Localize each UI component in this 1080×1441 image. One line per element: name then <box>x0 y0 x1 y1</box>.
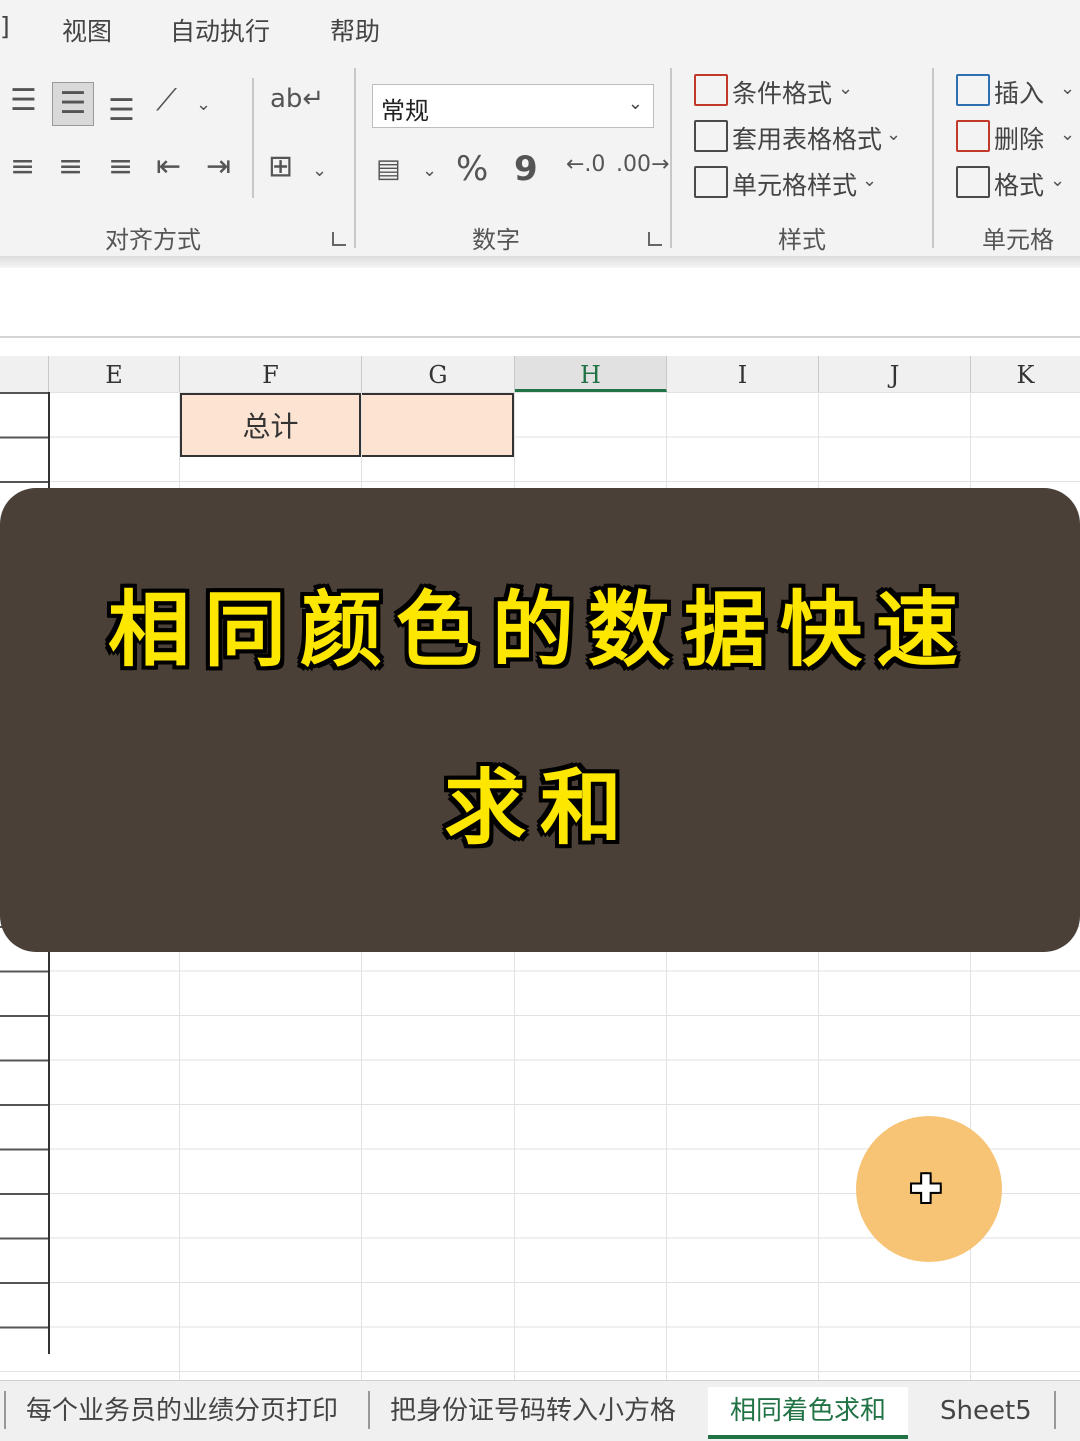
format-cells-icon <box>956 166 990 198</box>
align-middle-icon[interactable]: ☰ <box>52 82 94 126</box>
overlay-title-line2: 求和 <box>443 761 636 856</box>
decrease-decimal-icon[interactable]: .00→ <box>616 154 669 176</box>
merge-chevron-icon[interactable]: ⌄ <box>312 160 327 181</box>
overlay-title-line1: 相同颜色的数据快速 <box>107 583 972 678</box>
wrap-text-icon[interactable]: ab↵ <box>270 86 324 112</box>
decrease-indent-icon[interactable]: ⇤ <box>156 152 181 182</box>
align-top-icon[interactable]: ☰ <box>10 86 37 116</box>
separator <box>932 68 934 248</box>
chevron-down-icon[interactable]: ⌄ <box>1050 170 1065 191</box>
insert-cells-icon <box>956 74 990 106</box>
menu-item-help[interactable]: 帮助 <box>330 12 380 48</box>
increase-decimal-icon[interactable]: ←.0 <box>566 154 605 176</box>
tab-salesperson-print[interactable]: 每个业务员的业绩分页打印 <box>26 1387 338 1435</box>
chevron-down-icon[interactable]: ⌄ <box>838 78 853 99</box>
column-header-i[interactable]: I <box>667 356 819 392</box>
menu-item-partial[interactable]: ] <box>0 12 10 41</box>
chevron-down-icon[interactable]: ⌄ <box>862 170 877 191</box>
percent-style-icon[interactable]: % <box>456 152 488 186</box>
accounting-format-icon[interactable]: ▤ <box>376 156 401 182</box>
chevron-down-icon: ⌄ <box>627 93 643 114</box>
sheet-tab-bar: 每个业务员的业绩分页打印 把身份证号码转入小方格 相同着色求和 Sheet5 <box>0 1380 1080 1441</box>
column-header-j[interactable]: J <box>819 356 971 392</box>
delete-button[interactable]: 删除 <box>994 120 1044 156</box>
tab-separator <box>1054 1391 1056 1429</box>
format-button[interactable]: 格式 <box>994 166 1044 202</box>
column-headers: E F G H I J K <box>0 356 1080 393</box>
cell-styles-icon <box>694 166 728 198</box>
number-format-value: 常规 <box>381 97 429 125</box>
tab-separator <box>368 1391 370 1429</box>
orientation-chevron-icon[interactable]: ⌄ <box>196 94 211 115</box>
menu-bar: ] 视图 自动执行 帮助 <box>0 0 1080 58</box>
tab-same-color-sum[interactable]: 相同着色求和 <box>708 1387 909 1439</box>
column-header-f[interactable]: F <box>180 356 362 392</box>
table-format-icon <box>694 120 728 152</box>
conditional-format-button[interactable]: 条件格式 <box>732 74 832 110</box>
insert-button[interactable]: 插入 <box>994 74 1044 110</box>
merge-center-icon[interactable]: ⊞ <box>268 152 293 182</box>
column-header-e[interactable]: E <box>49 356 180 392</box>
number-format-dropdown[interactable]: 常规 ⌄ <box>372 84 654 128</box>
select-all-corner[interactable] <box>0 356 49 392</box>
number-group-label: 数字 <box>472 226 520 254</box>
formula-bar[interactable] <box>0 268 1080 338</box>
orientation-icon[interactable]: ⟋ <box>156 86 177 116</box>
cell-f-total[interactable]: 总计 <box>180 393 361 457</box>
align-center-icon[interactable]: ≡ <box>58 152 83 182</box>
chevron-down-icon[interactable]: ⌄ <box>886 124 901 145</box>
tab-separator <box>4 1391 6 1429</box>
ribbon: ☰ ☰ ☰ ⟋ ⌄ ≡ ≡ ≡ ⇤ ⇥ ab↵ ⊞ ⌄ 对齐方式 常规 ⌄ ▤ … <box>0 58 1080 256</box>
comma-style-icon[interactable]: 9 <box>514 152 538 186</box>
cells-group-label: 单元格 <box>982 226 1054 254</box>
alignment-launcher-icon[interactable] <box>332 232 346 246</box>
title-overlay: 相同颜色的数据快速 求和 <box>0 488 1080 952</box>
separator <box>670 68 672 248</box>
separator <box>252 78 254 198</box>
table-format-button[interactable]: 套用表格格式 <box>732 120 882 156</box>
delete-cells-icon <box>956 120 990 152</box>
cell-styles-button[interactable]: 单元格样式 <box>732 166 857 202</box>
align-right-icon[interactable]: ≡ <box>108 152 133 182</box>
column-header-h[interactable]: H <box>515 356 667 392</box>
styles-group-label: 样式 <box>778 226 826 254</box>
chevron-down-icon[interactable]: ⌄ <box>1060 78 1075 99</box>
chevron-down-icon[interactable]: ⌄ <box>1060 124 1075 145</box>
separator <box>354 68 356 248</box>
menu-item-automate[interactable]: 自动执行 <box>170 12 270 48</box>
align-left-icon[interactable]: ≡ <box>10 152 35 182</box>
ribbon-shadow <box>0 256 1080 268</box>
tab-id-number-boxes[interactable]: 把身份证号码转入小方格 <box>390 1387 676 1435</box>
conditional-format-icon <box>694 74 728 106</box>
cell-g-total-value[interactable] <box>362 393 514 457</box>
number-launcher-icon[interactable] <box>648 232 662 246</box>
tab-sheet5[interactable]: Sheet5 <box>940 1387 1032 1435</box>
menu-item-view[interactable]: 视图 <box>62 12 112 48</box>
increase-indent-icon[interactable]: ⇥ <box>206 152 231 182</box>
align-bottom-icon[interactable]: ☰ <box>108 96 135 126</box>
alignment-group-label: 对齐方式 <box>105 226 201 254</box>
column-header-k[interactable]: K <box>971 356 1080 392</box>
column-header-g[interactable]: G <box>362 356 515 392</box>
cell-cursor-icon: ✚ <box>910 1167 942 1211</box>
accounting-chevron-icon[interactable]: ⌄ <box>422 160 437 181</box>
